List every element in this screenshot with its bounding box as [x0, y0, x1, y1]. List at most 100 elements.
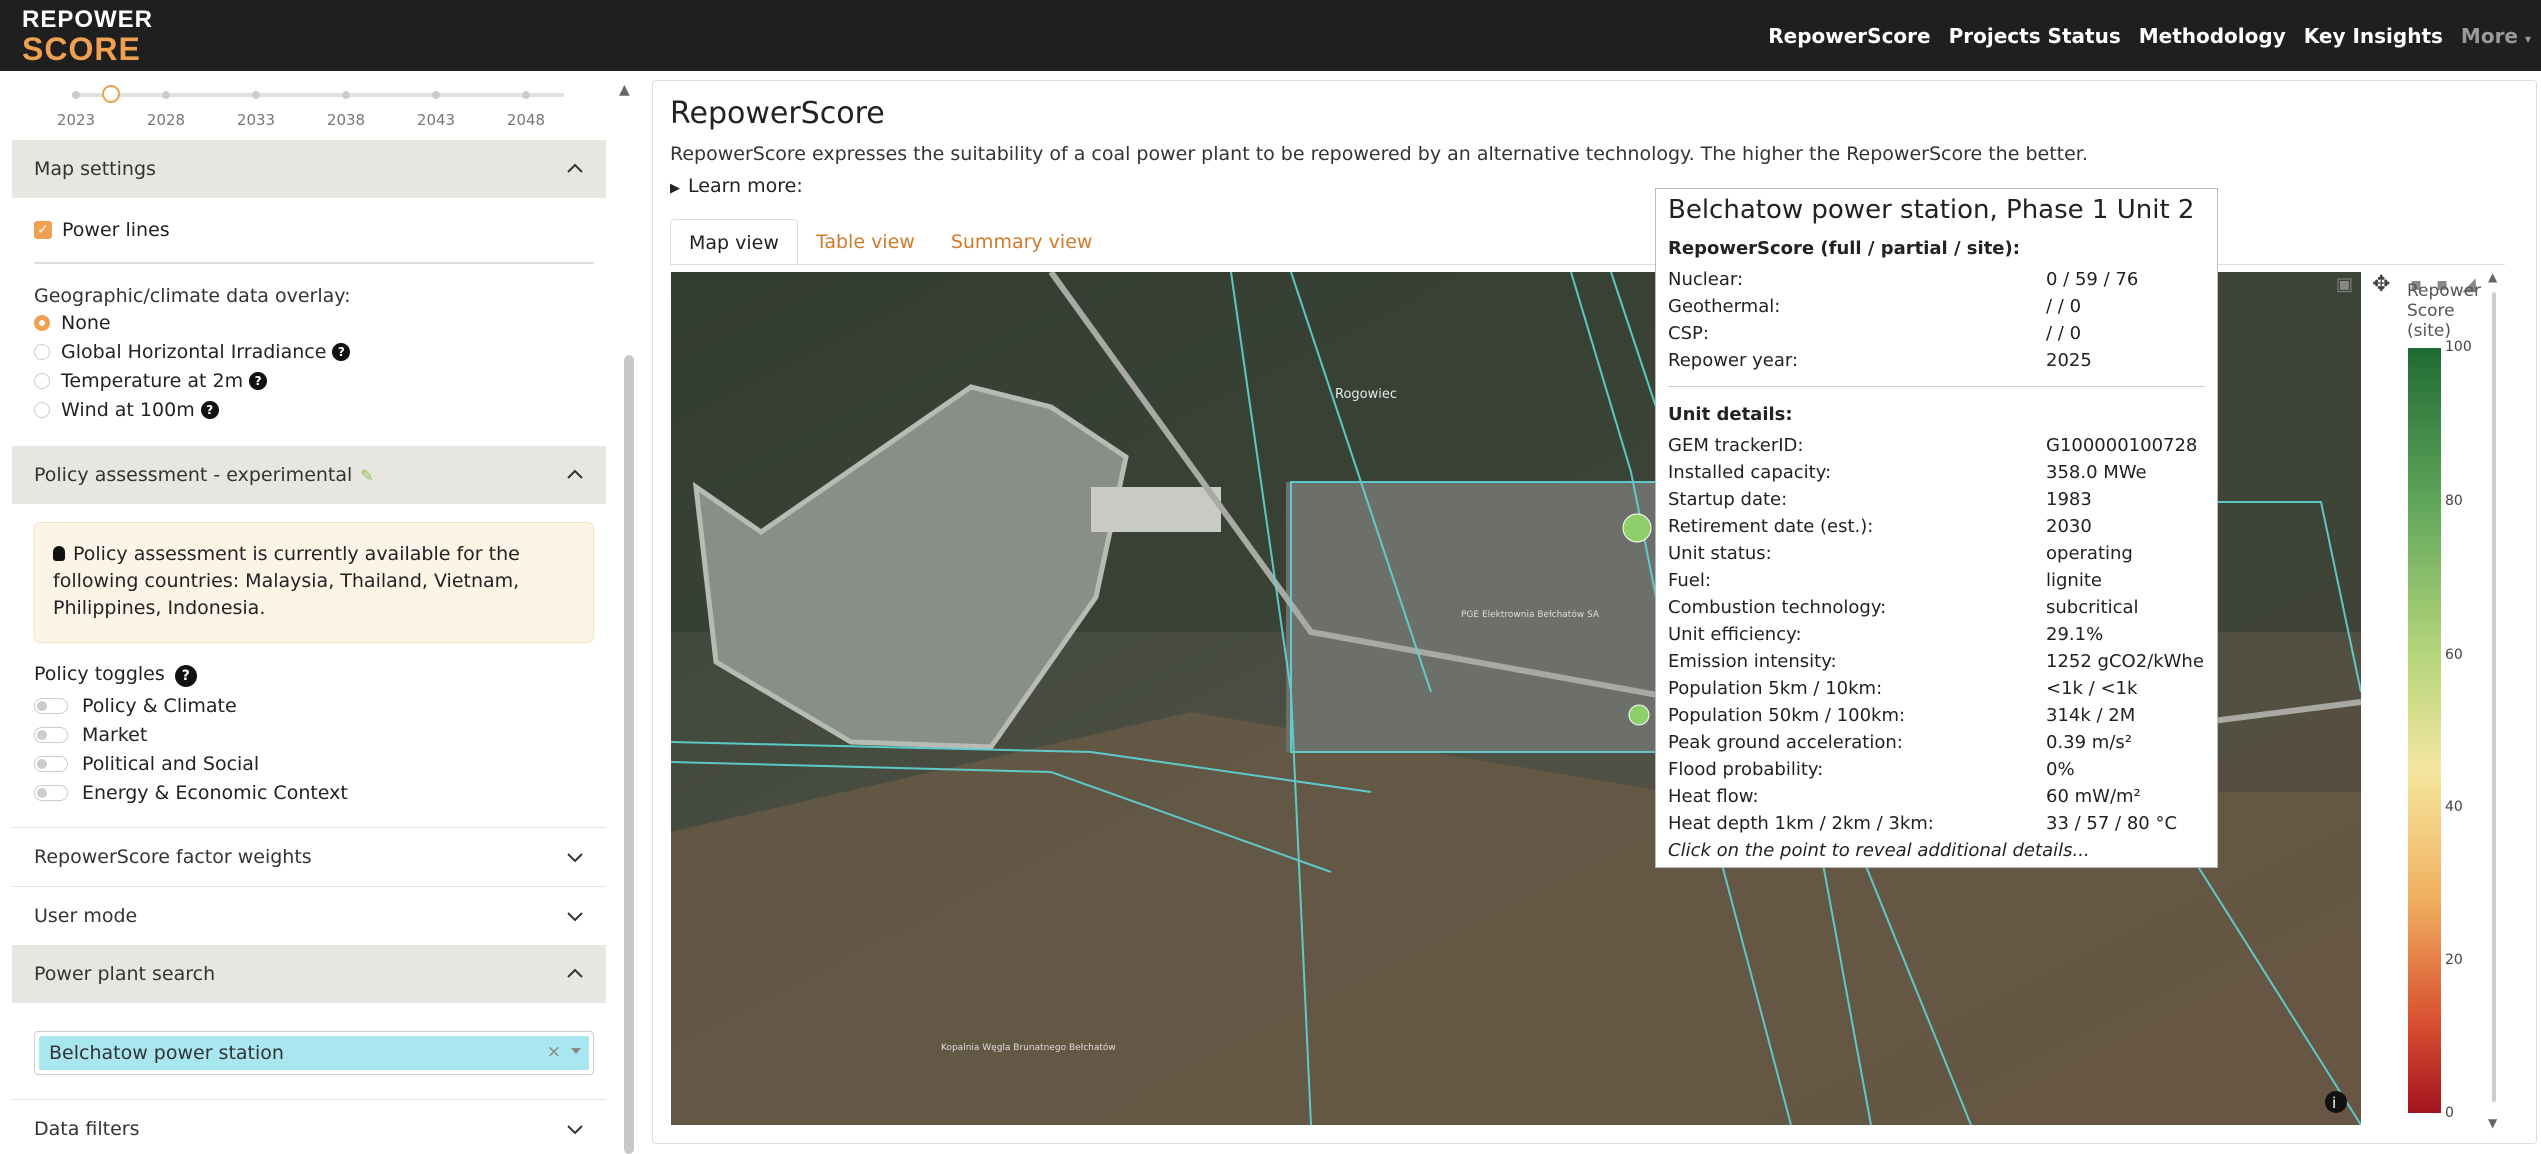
power-lines-checkbox[interactable]: ✓ Power lines	[34, 219, 170, 241]
divider	[34, 262, 594, 264]
nav-key-insights[interactable]: Key Insights	[2304, 24, 2443, 48]
map-info-glyph: i	[2332, 1094, 2336, 1112]
colorbar-tick: 0	[2445, 1105, 2454, 1121]
row-value: / / 0	[2046, 323, 2082, 344]
slider-dot	[522, 91, 530, 99]
colorbar-scrollbar[interactable]: ▲ ▼	[2488, 270, 2502, 1130]
slider-dot	[432, 91, 440, 99]
scroll-up-arrow-icon[interactable]: ▲	[2488, 270, 2497, 284]
tooltip-row: Population 5km / 10km: <1k / <1k	[1668, 675, 2205, 702]
nav-repowerscore[interactable]: RepowerScore	[1768, 24, 1930, 48]
colorbar-tick: 60	[2445, 647, 2463, 663]
section-title: Power plant search	[34, 963, 216, 985]
row-key: GEM trackerID:	[1668, 435, 1804, 456]
radio-label: None	[61, 312, 111, 334]
plant-point-marker[interactable]	[1628, 704, 1650, 726]
switch	[34, 698, 68, 714]
switch	[34, 727, 68, 743]
tab-summary-view[interactable]: Summary view	[933, 219, 1111, 265]
app-logo[interactable]: REPOWER SCORE	[22, 6, 154, 67]
help-icon[interactable]: ?	[174, 665, 197, 687]
row-value: 33 / 57 / 80 °C	[2046, 813, 2178, 834]
chevron-down-icon	[567, 853, 583, 863]
tooltip-row: Population 50km / 100km: 314k / 2M	[1668, 702, 2205, 729]
toggle-market[interactable]: Market	[34, 724, 147, 746]
camera-icon[interactable]: ▣	[2336, 274, 2353, 295]
overlay-radio-wind[interactable]: Wind at 100m?	[34, 399, 219, 421]
row-value: <1k / <1k	[2046, 678, 2138, 699]
row-value: G100000100728	[2046, 435, 2198, 456]
factor-weights-header[interactable]: RepowerScore factor weights	[12, 827, 606, 885]
nav-more-label: More	[2460, 23, 2518, 48]
toggle-energy-economic[interactable]: Energy & Economic Context	[34, 782, 348, 804]
row-value: 0.39 m/s²	[2046, 732, 2132, 753]
policy-info-box: Policy assessment is currently available…	[34, 522, 594, 643]
row-key: Retirement date (est.):	[1668, 516, 1874, 537]
radio-circle	[34, 315, 50, 331]
row-value: 2025	[2046, 350, 2092, 371]
power-plant-search-input[interactable]: Belchatow power station ×	[34, 1031, 594, 1075]
slider-tick: 2038	[326, 111, 366, 129]
page-description: RepowerScore expresses the suitability o…	[670, 143, 2088, 165]
repower-score-colorbar	[2408, 348, 2441, 1113]
data-filters-header[interactable]: Data filters	[12, 1099, 606, 1154]
help-icon[interactable]: ?	[249, 372, 268, 390]
tooltip-row: Retirement date (est.): 2030	[1668, 513, 2205, 540]
map-label-rogowiec: Rogowiec	[1335, 387, 1397, 402]
slider-handle[interactable]	[102, 85, 120, 103]
row-key: Repower year:	[1668, 350, 1799, 371]
row-value: 1983	[2046, 489, 2092, 510]
nav-projects-status[interactable]: Projects Status	[1949, 24, 2121, 48]
tab-table-view[interactable]: Table view	[798, 219, 933, 265]
row-key: Fuel:	[1668, 570, 1711, 591]
row-key: Startup date:	[1668, 489, 1788, 510]
row-key: CSP:	[1668, 323, 1709, 344]
switch	[34, 785, 68, 801]
scroll-thumb[interactable]	[2492, 292, 2496, 1102]
tooltip-score-header: RepowerScore (full / partial / site):	[1668, 238, 2020, 259]
colorbar-title-line: Score	[2407, 301, 2455, 321]
logo-line2: SCORE	[22, 31, 141, 67]
power-plant-search-header[interactable]: Power plant search	[12, 945, 606, 1003]
tooltip-row: GEM trackerID: G100000100728	[1668, 432, 2205, 459]
row-value: / / 0	[2046, 296, 2082, 317]
nav-methodology[interactable]: Methodology	[2139, 24, 2286, 48]
clear-icon[interactable]: ×	[547, 1042, 561, 1062]
tooltip-row: Unit efficiency: 29.1%	[1668, 621, 2205, 648]
scroll-down-arrow-icon[interactable]: ▼	[2488, 1116, 2497, 1130]
top-navbar: REPOWER SCORE RepowerScore Projects Stat…	[0, 0, 2541, 71]
map-settings-header[interactable]: Map settings	[12, 140, 606, 198]
nav-more-dropdown[interactable]: More ▾	[2461, 24, 2531, 48]
toggle-policy-climate[interactable]: Policy & Climate	[34, 695, 237, 717]
overlay-radio-none[interactable]: None	[34, 312, 111, 334]
overlay-radio-ghi[interactable]: Global Horizontal Irradiance?	[34, 341, 351, 363]
tooltip-row: CSP: / / 0	[1668, 320, 2205, 347]
row-value: 29.1%	[2046, 624, 2104, 645]
learn-more-toggle[interactable]: ▶ Learn more:	[670, 175, 803, 197]
dropdown-arrow-icon[interactable]	[571, 1048, 581, 1054]
plant-point-marker[interactable]	[1622, 513, 1652, 543]
pan-icon[interactable]: ✥	[2372, 272, 2390, 297]
map-label-plant: PGE Elektrownia Bełchatów SA	[1461, 609, 1600, 620]
overlay-radio-temperature[interactable]: Temperature at 2m?	[34, 370, 268, 392]
overlay-label: Geographic/climate data overlay:	[34, 285, 351, 307]
tab-map-view[interactable]: Map view	[670, 219, 798, 265]
help-icon[interactable]: ?	[332, 343, 351, 361]
section-title: Data filters	[34, 1117, 140, 1140]
sidebar-scroll-thumb[interactable]	[624, 355, 634, 1154]
toggle-label: Energy & Economic Context	[82, 782, 348, 804]
toggle-political-social[interactable]: Political and Social	[34, 753, 259, 775]
help-icon[interactable]: ?	[200, 401, 219, 419]
pencil-icon: ✎	[360, 465, 374, 485]
scroll-up-arrow-icon[interactable]: ▲	[619, 82, 630, 98]
policy-assessment-header[interactable]: Policy assessment - experimental ✎	[12, 446, 606, 504]
user-mode-header[interactable]: User mode	[12, 886, 606, 944]
tooltip-row: Heat flow: 60 mW/m²	[1668, 783, 2205, 810]
slider-track	[72, 93, 564, 97]
row-value: 2030	[2046, 516, 2092, 537]
logo-line1: REPOWER	[22, 6, 154, 33]
plant-hover-tooltip: Belchatow power station, Phase 1 Unit 2 …	[1655, 188, 2218, 868]
row-key: Heat flow:	[1668, 786, 1759, 807]
toggle-label: Political and Social	[82, 753, 260, 775]
tab-divider	[670, 264, 2505, 265]
